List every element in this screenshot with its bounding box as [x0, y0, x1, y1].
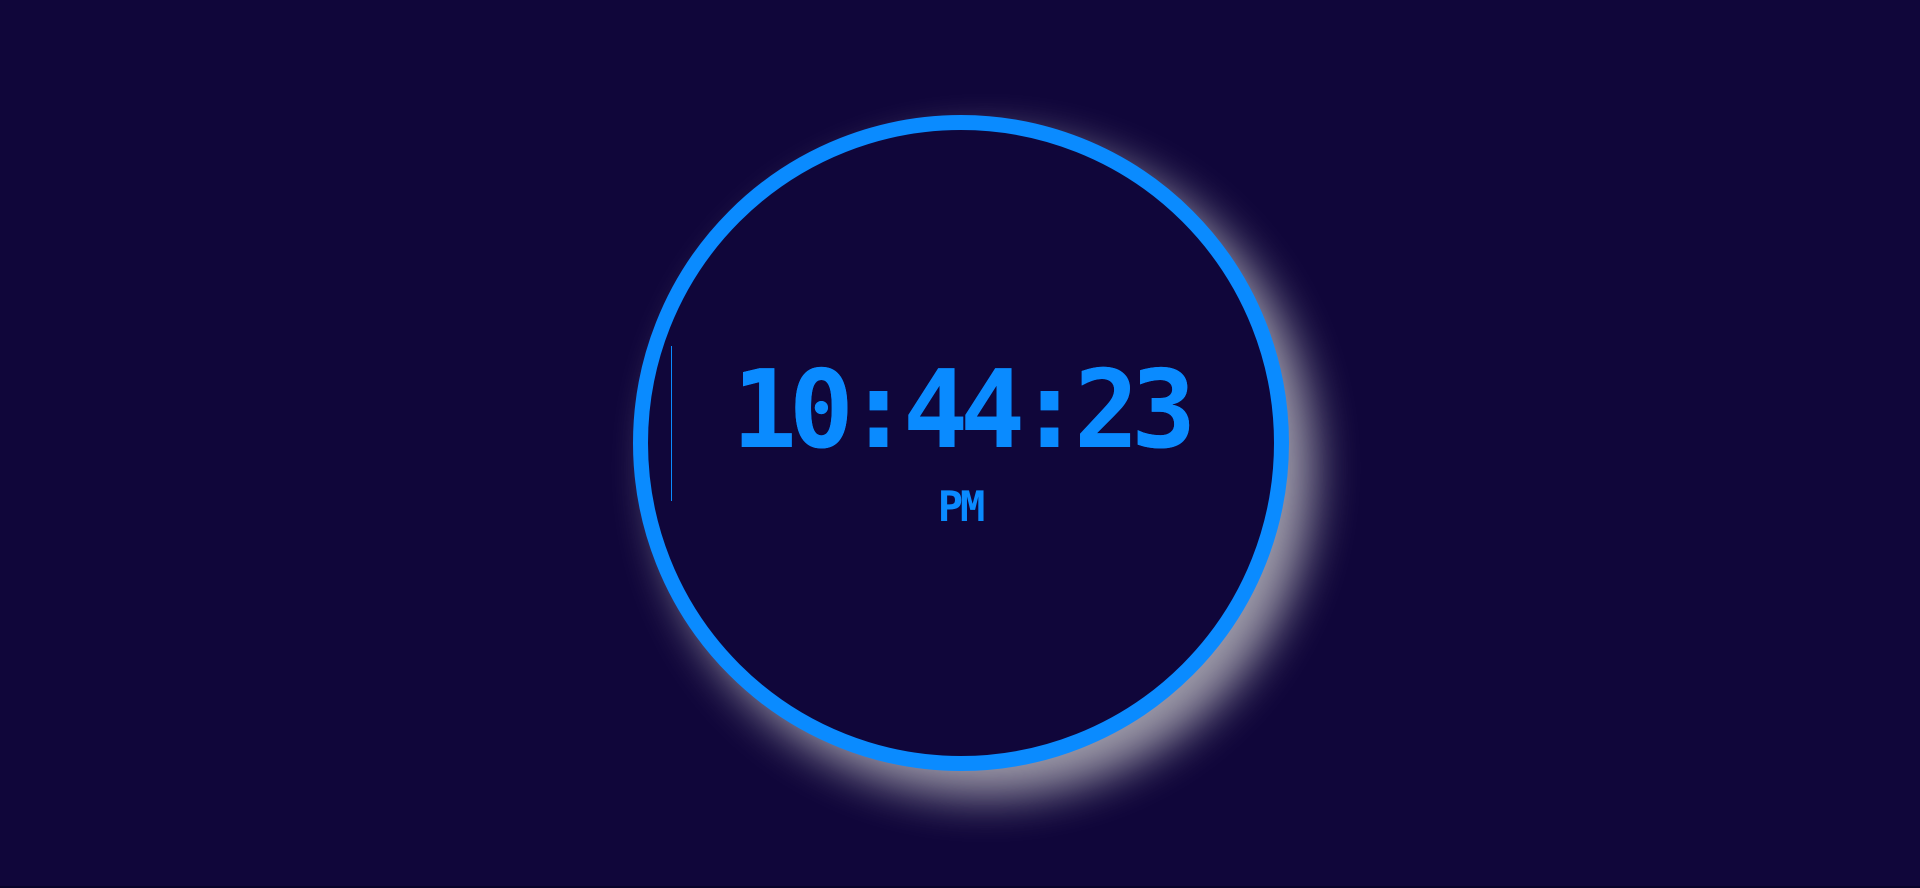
digital-time: 10 : 44 : 23: [670, 356, 1250, 466]
hours-value: 10: [731, 348, 854, 473]
minute-second-separator: :: [1017, 348, 1082, 473]
seconds-value: 23: [1074, 348, 1196, 473]
minutes-value: 44: [902, 348, 1025, 473]
period-indicator: PM: [937, 482, 986, 531]
clock-screen: 10 : 44 : 23 PM: [0, 0, 1920, 888]
hour-minute-separator: :: [845, 348, 911, 473]
